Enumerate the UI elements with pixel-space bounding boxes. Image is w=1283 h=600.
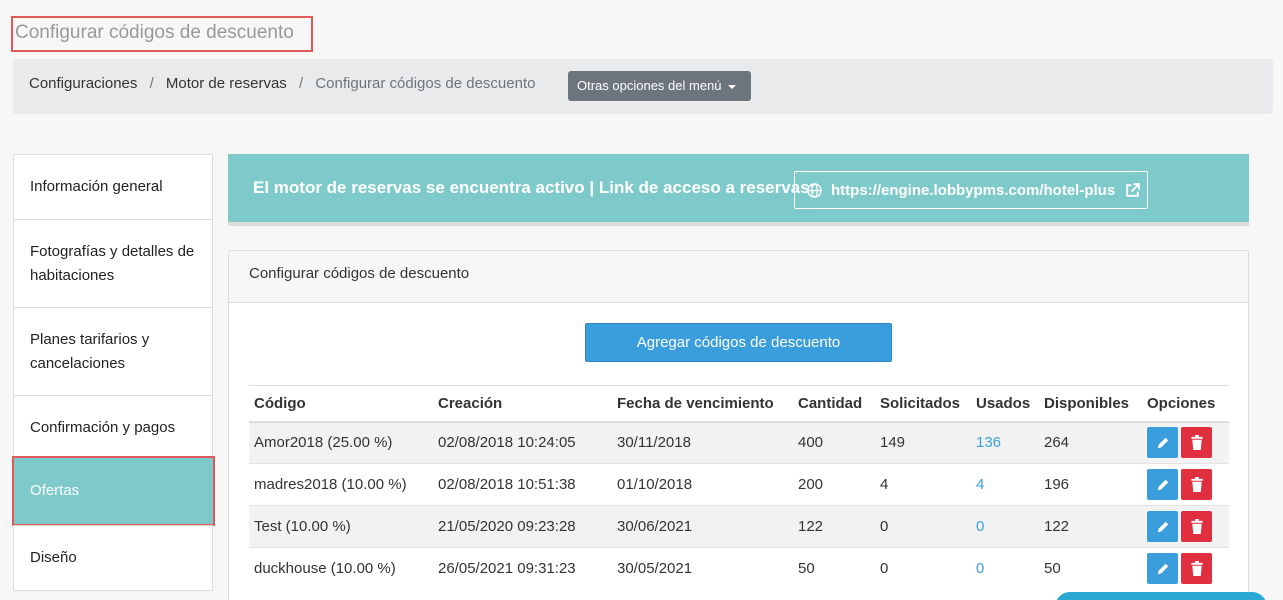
cell-solicitados: 0 [875, 547, 971, 590]
card-header: Configurar códigos de descuento [229, 251, 1248, 303]
sidebar-item-confirmacion-pagos[interactable]: Confirmación y pagos [13, 395, 213, 461]
delete-button[interactable] [1181, 553, 1212, 585]
caret-down-icon [727, 84, 736, 89]
cell-codigo: duckhouse (10.00 %) [249, 547, 433, 590]
cell-creacion: 21/05/2020 09:23:28 [433, 505, 612, 548]
cell-disponibles: 122 [1039, 505, 1142, 548]
external-link-icon [1126, 182, 1141, 197]
cell-opciones [1142, 547, 1229, 590]
cell-cantidad: 200 [793, 463, 875, 506]
trash-icon [1190, 519, 1203, 534]
table-row: madres2018 (10.00 %) 02/08/2018 10:51:38… [249, 463, 1229, 506]
pencil-icon [1157, 563, 1168, 574]
breadcrumb-item-configuraciones[interactable]: Configuraciones [29, 75, 137, 92]
sidebar-item-label: Diseño [30, 549, 77, 566]
edit-button[interactable] [1147, 553, 1178, 585]
cell-opciones [1142, 505, 1229, 548]
breadcrumb-item-motor-de-reservas[interactable]: Motor de reservas [166, 75, 287, 92]
cell-cantidad: 50 [793, 547, 875, 590]
delete-button[interactable] [1181, 427, 1212, 459]
cell-usados-link[interactable]: 0 [971, 505, 1039, 548]
banner-text: El motor de reservas se encuentra activo… [253, 178, 816, 197]
booking-link-url: https://engine.lobbypms.com/hotel-plus [831, 181, 1116, 199]
cell-creacion: 02/08/2018 10:51:38 [433, 463, 612, 506]
discount-codes-table: Código Creación Fecha de vencimiento Can… [249, 385, 1229, 590]
cell-solicitados: 0 [875, 505, 971, 548]
cell-codigo: Amor2018 (25.00 %) [249, 421, 433, 464]
trash-icon [1190, 477, 1203, 492]
cell-codigo: madres2018 (10.00 %) [249, 463, 433, 506]
edit-button[interactable] [1147, 511, 1178, 542]
breadcrumb-separator: / [149, 75, 154, 92]
edit-button[interactable] [1147, 469, 1178, 500]
breadcrumb-current: Configurar códigos de descuento [315, 75, 536, 92]
column-header-codigo: Código [249, 385, 433, 423]
cell-creacion: 02/08/2018 10:24:05 [433, 421, 612, 464]
table-row: Amor2018 (25.00 %) 02/08/2018 10:24:05 3… [249, 421, 1229, 464]
booking-engine-banner: El motor de reservas se encuentra activo… [228, 154, 1249, 226]
trash-icon [1190, 435, 1203, 451]
cell-usados-link[interactable]: 0 [971, 547, 1039, 590]
cell-vencimiento: 01/10/2018 [612, 463, 793, 506]
breadcrumb-bar: Configuraciones / Motor de reservas / Co… [13, 59, 1273, 114]
discount-codes-card: Configurar códigos de descuento Agregar … [228, 250, 1249, 600]
cell-codigo: Test (10.00 %) [249, 505, 433, 548]
edit-button[interactable] [1147, 427, 1178, 459]
sidebar-item-label: Confirmación y pagos [30, 419, 176, 436]
add-discount-codes-button[interactable]: Agregar códigos de descuento [585, 323, 892, 362]
column-header-usados: Usados [971, 385, 1039, 423]
cell-opciones [1142, 421, 1229, 464]
table-header-row: Código Creación Fecha de vencimiento Can… [249, 385, 1229, 423]
chat-widget-button[interactable] [1055, 592, 1267, 600]
column-header-creacion: Creación [433, 385, 612, 423]
cell-opciones [1142, 463, 1229, 506]
booking-link[interactable]: https://engine.lobbypms.com/hotel-plus [794, 171, 1148, 209]
cell-disponibles: 196 [1039, 463, 1142, 506]
column-header-opciones: Opciones [1142, 385, 1229, 423]
sidebar-item-planes-tarifarios[interactable]: Planes tarifarios y cancelaciones [13, 307, 213, 396]
sidebar-item-diseno[interactable]: Diseño [13, 525, 213, 591]
delete-button[interactable] [1181, 469, 1212, 500]
cell-cantidad: 400 [793, 421, 875, 464]
cell-vencimiento: 30/11/2018 [612, 421, 793, 464]
sidebar-item-label: Información general [30, 178, 163, 195]
sidebar-item-ofertas[interactable]: Ofertas [12, 456, 215, 526]
breadcrumb: Configuraciones / Motor de reservas / Co… [29, 75, 535, 92]
sidebar-item-label: Fotografías y detalles de habitaciones [30, 242, 195, 284]
sidebar-item-fotografias[interactable]: Fotografías y detalles de habitaciones [13, 219, 213, 308]
sidebar-item-label: Ofertas [30, 482, 80, 499]
pencil-icon [1157, 521, 1168, 532]
cell-cantidad: 122 [793, 505, 875, 548]
cell-vencimiento: 30/05/2021 [612, 547, 793, 590]
cell-solicitados: 4 [875, 463, 971, 506]
cell-disponibles: 264 [1039, 421, 1142, 464]
column-header-fecha-vencimiento: Fecha de vencimiento [612, 385, 793, 423]
cell-solicitados: 149 [875, 421, 971, 464]
column-header-solicitados: Solicitados [875, 385, 971, 423]
sidebar-item-informacion-general[interactable]: Información general [13, 154, 213, 220]
sidebar-item-label: Planes tarifarios y cancelaciones [30, 330, 150, 372]
cell-usados-link[interactable]: 4 [971, 463, 1039, 506]
column-header-disponibles: Disponibles [1039, 385, 1142, 423]
pencil-icon [1157, 479, 1168, 490]
cell-usados-link[interactable]: 136 [971, 421, 1039, 464]
cell-vencimiento: 30/06/2021 [612, 505, 793, 548]
other-options-menu-label: Otras opciones del menú [577, 78, 722, 93]
globe-icon [807, 182, 822, 198]
breadcrumb-separator: / [298, 75, 304, 92]
pencil-icon [1157, 437, 1168, 448]
trash-icon [1190, 561, 1203, 577]
column-header-cantidad: Cantidad [793, 385, 875, 423]
table-row: Test (10.00 %) 21/05/2020 09:23:28 30/06… [249, 505, 1229, 548]
other-options-menu-button[interactable]: Otras opciones del menú [568, 71, 751, 101]
cell-disponibles: 50 [1039, 547, 1142, 590]
delete-button[interactable] [1181, 511, 1212, 542]
table-row: duckhouse (10.00 %) 26/05/2021 09:31:23 … [249, 547, 1229, 590]
page-title: Configurar códigos de descuento [11, 16, 313, 52]
cell-creacion: 26/05/2021 09:31:23 [433, 547, 612, 590]
